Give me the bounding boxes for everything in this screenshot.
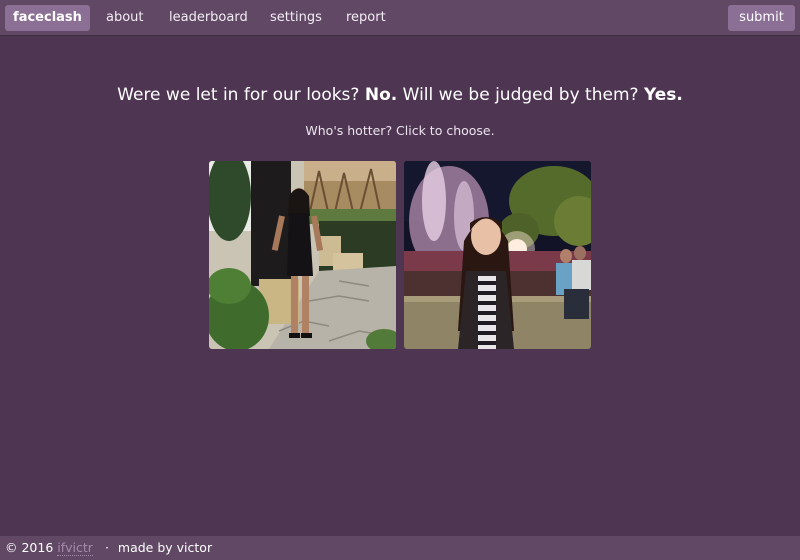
page-headline: Were we let in for our looks? No. Will w… bbox=[0, 85, 800, 105]
headline-question-2: Will we be judged by them? bbox=[402, 85, 639, 105]
photo-choice-right[interactable] bbox=[404, 161, 591, 349]
top-navbar: faceclash about leaderboard settings rep… bbox=[0, 0, 800, 36]
footer-separator: · bbox=[104, 540, 109, 555]
headline-question-1: Were we let in for our looks? bbox=[117, 85, 360, 105]
footer-made-by: made by victor bbox=[117, 540, 213, 555]
nav-link-report[interactable]: report bbox=[346, 0, 386, 36]
photo-choice-left[interactable] bbox=[209, 161, 396, 349]
headline-answer-2: Yes. bbox=[643, 85, 683, 105]
photo-left-image bbox=[209, 161, 396, 349]
photo-right-image bbox=[404, 161, 591, 349]
nav-link-leaderboard[interactable]: leaderboard bbox=[169, 0, 248, 36]
page-footer: © 2016 ifvictr · made by victor bbox=[0, 536, 800, 560]
nav-link-about[interactable]: about bbox=[106, 0, 144, 36]
nav-link-settings[interactable]: settings bbox=[270, 0, 322, 36]
brand-button[interactable]: faceclash bbox=[5, 5, 90, 31]
submit-button[interactable]: submit bbox=[728, 5, 795, 31]
footer-author-link[interactable]: ifvictr bbox=[57, 540, 93, 556]
headline-answer-1: No. bbox=[364, 85, 398, 105]
footer-copyright: © 2016 bbox=[5, 540, 54, 555]
instruction-text: Who's hotter? Click to choose. bbox=[305, 123, 495, 138]
